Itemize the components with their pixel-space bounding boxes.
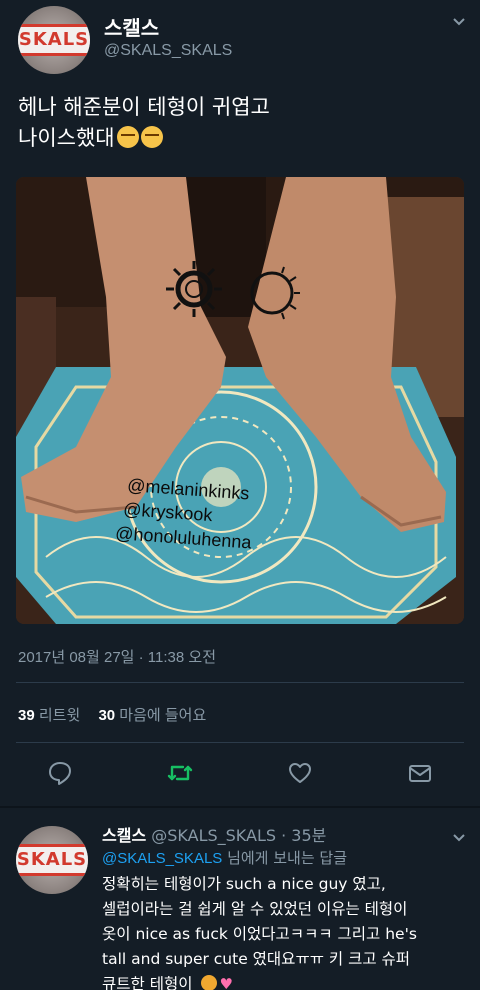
section-divider bbox=[0, 806, 480, 808]
reply-text-line: 정확히는 테형이가 such a nice guy 였고, bbox=[102, 875, 386, 893]
reply-text-line: 큐트한 테형이 bbox=[102, 975, 193, 990]
avatar-logo: SKALS bbox=[16, 844, 88, 876]
tears-of-joy-emoji-icon bbox=[140, 126, 163, 148]
tweet-stats: 39 리트윗 30 마음에 들어요 bbox=[18, 704, 220, 725]
reply-icon[interactable] bbox=[47, 760, 73, 786]
chevron-down-icon[interactable] bbox=[452, 830, 466, 844]
reply-text: 정확히는 테형이가 such a nice guy 였고, 셀럽이라는 걸 쉽게… bbox=[102, 872, 462, 990]
reply-text-line: 셀럽이라는 걸 쉽게 알 수 있었던 이유는 테형이 bbox=[102, 900, 408, 918]
photo-illustration bbox=[16, 177, 464, 624]
author-handle[interactable]: @SKALS_SKALS bbox=[104, 42, 232, 60]
chevron-down-icon[interactable] bbox=[452, 14, 466, 28]
reply-header: 스캘스 @SKALS_SKALS · 35분 bbox=[102, 822, 326, 846]
tweet-photo[interactable]: @melaninkinks @kryskook @honoluluhenna bbox=[16, 177, 464, 624]
reply-text-line: tall and super cute 였대요ㅠㅠ 키 크고 슈퍼 bbox=[102, 950, 411, 968]
retweets-count[interactable]: 39 bbox=[18, 707, 35, 724]
reply-to-suffix: 님에게 보내는 답글 bbox=[227, 849, 348, 867]
divider bbox=[16, 742, 464, 743]
reply-author-name[interactable]: 스캘스 bbox=[102, 826, 146, 845]
reply-author-meta[interactable]: @SKALS_SKALS · 35분 bbox=[151, 826, 326, 845]
retweet-icon[interactable] bbox=[167, 760, 193, 786]
replying-to: @SKALS_SKALS 님에게 보내는 답글 bbox=[102, 847, 347, 868]
tweet-action-bar bbox=[0, 760, 480, 790]
tears-of-joy-emoji-icon bbox=[116, 126, 139, 148]
likes-label[interactable]: 마음에 들어요 bbox=[119, 707, 206, 724]
reply-to-mention[interactable]: @SKALS_SKALS bbox=[102, 850, 222, 867]
author-avatar[interactable]: SKALS bbox=[18, 6, 90, 74]
reply-text-line: 옷이 nice as fuck 이었다고ㅋㅋㅋ 그리고 he's bbox=[102, 925, 417, 943]
retweets-label[interactable]: 리트윗 bbox=[39, 707, 80, 724]
tiger-emoji-icon bbox=[201, 975, 218, 990]
share-icon[interactable] bbox=[407, 760, 433, 786]
heart-icon[interactable] bbox=[287, 760, 313, 786]
divider bbox=[16, 682, 464, 683]
two-hearts-emoji-icon: ♥ bbox=[219, 975, 233, 990]
avatar-logo: SKALS bbox=[18, 24, 90, 56]
author-name[interactable]: 스캘스 bbox=[104, 12, 159, 41]
tweet-text: 헤나 해준분이 테형이 귀엽고 나이스했대 bbox=[18, 92, 468, 154]
reply-author-avatar[interactable]: SKALS bbox=[16, 826, 88, 894]
tweet-text-line1: 헤나 해준분이 테형이 귀엽고 bbox=[18, 95, 270, 119]
tweet-text-line2: 나이스했대 bbox=[18, 126, 115, 150]
tweet-timestamp[interactable]: 2017년 08월 27일 · 11:38 오전 bbox=[18, 646, 216, 667]
likes-count[interactable]: 30 bbox=[98, 707, 115, 724]
